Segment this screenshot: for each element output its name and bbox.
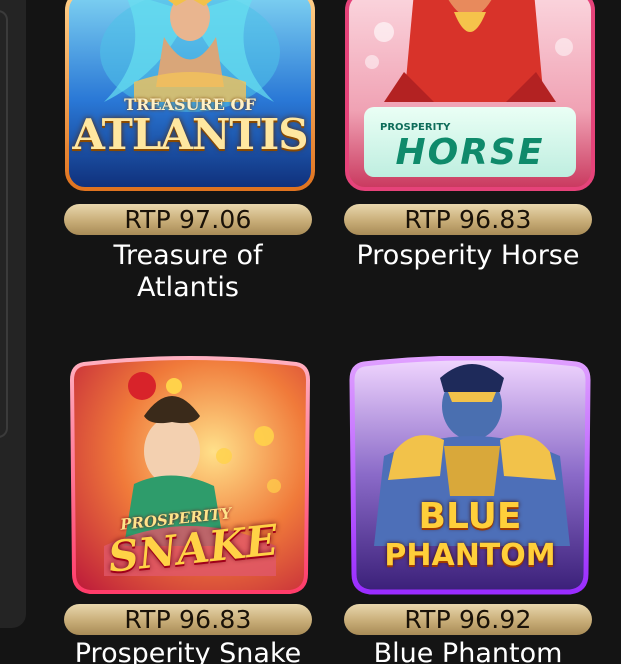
game-thumbnail[interactable]: BLUE PHANTOM — [344, 356, 596, 596]
game-title-line-1[interactable]: Prosperity Snake — [54, 638, 322, 664]
rtp-badge: RTP 96.83 — [344, 204, 592, 235]
game-thumbnail[interactable]: PROSPERITY SNAKE — [64, 356, 316, 596]
phantom-logo-big: PHANTOM — [384, 538, 556, 573]
game-title-line-1[interactable]: Treasure of — [54, 240, 322, 272]
game-title-line-2[interactable]: Atlantis — [54, 272, 322, 304]
atlantis-logo-big: ATLANTIS — [72, 110, 308, 159]
side-panel-border — [0, 10, 8, 438]
phantom-logo-small: BLUE — [418, 496, 522, 537]
game-title-line-1[interactable]: Blue Phantom — [334, 638, 602, 664]
rtp-badge: RTP 96.83 — [64, 604, 312, 635]
side-panel — [0, 0, 26, 628]
game-thumbnail[interactable]: PROSPERITY HORSE — [344, 0, 596, 192]
rtp-badge: RTP 97.06 — [64, 204, 312, 235]
game-title-line-1[interactable]: Prosperity Horse — [334, 240, 602, 272]
game-grid-page: TREASURE OF ATLANTIS RTP 97.06 Treasure … — [0, 0, 621, 664]
game-thumbnail[interactable]: TREASURE OF ATLANTIS — [64, 0, 316, 192]
horse-logo-big: HORSE — [395, 132, 545, 173]
rtp-badge: RTP 96.92 — [344, 604, 592, 635]
